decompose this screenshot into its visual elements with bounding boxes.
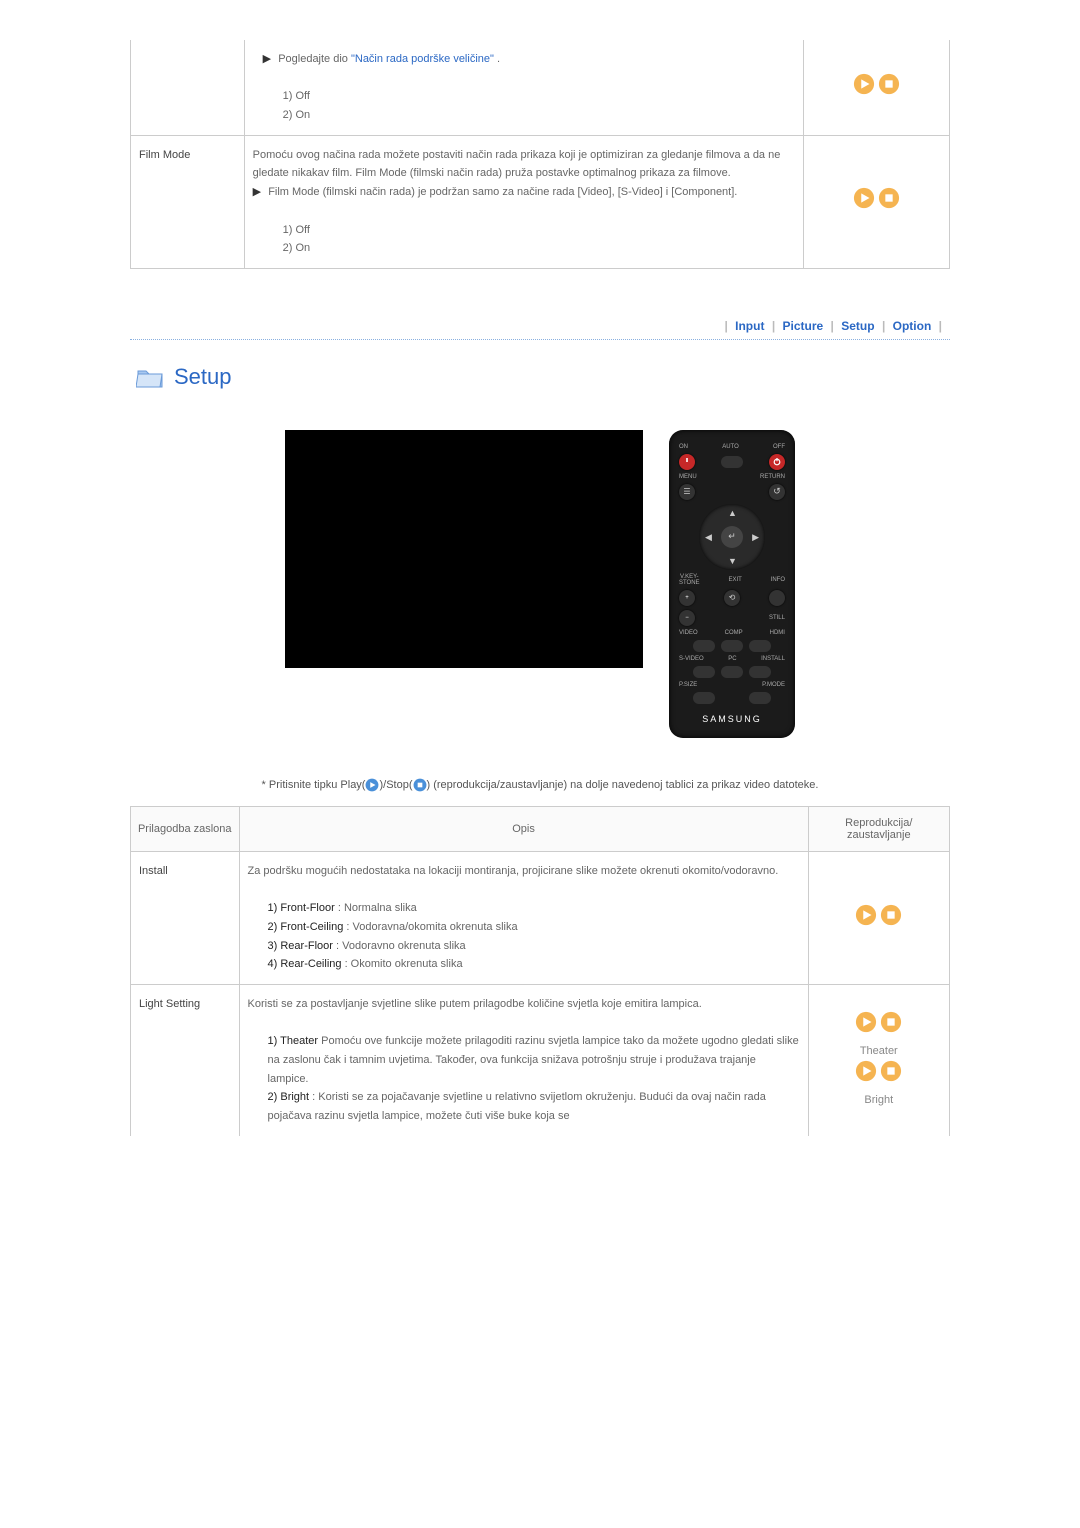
remote-control: ONAUTOOFF MENURETURN ☰ ↺ ▲ ▼ ◀ ▶ ↵ V xyxy=(669,430,795,738)
play-icon[interactable] xyxy=(853,73,875,95)
play-stop-controls-bright[interactable] xyxy=(855,1060,902,1082)
size-option-on: 2) On xyxy=(253,106,796,125)
remote-brand: SAMSUNG xyxy=(677,714,787,724)
stop-icon[interactable] xyxy=(878,73,900,95)
nav-option[interactable]: Option xyxy=(893,319,932,333)
col-header-desc: Opis xyxy=(239,806,808,851)
theater-label: Theater xyxy=(817,1042,941,1061)
pc-button[interactable] xyxy=(721,666,743,678)
power-off-button[interactable] xyxy=(769,454,785,470)
stop-icon xyxy=(413,778,427,792)
install-label: Install xyxy=(131,851,240,984)
play-stop-controls[interactable] xyxy=(855,904,902,926)
film-mode-label: Film Mode xyxy=(131,135,245,268)
stop-icon[interactable] xyxy=(880,1011,902,1033)
bright-label: Bright xyxy=(817,1091,941,1110)
keystone-minus-button[interactable]: − xyxy=(679,610,695,626)
menu-button[interactable]: ☰ xyxy=(679,484,695,500)
play-icon[interactable] xyxy=(853,187,875,209)
picture-settings-table: ▶ Pogledajte dio "Način rada podrške vel… xyxy=(130,40,950,269)
keystone-plus-button[interactable]: + xyxy=(679,590,695,606)
size-option-off: 1) Off xyxy=(253,87,796,106)
video-button[interactable] xyxy=(693,640,715,652)
preview-screen xyxy=(285,430,643,668)
nav-setup[interactable]: Setup xyxy=(841,319,874,333)
dpad[interactable]: ▲ ▼ ◀ ▶ ↵ xyxy=(699,504,765,570)
nav-input[interactable]: Input xyxy=(735,319,764,333)
play-icon[interactable] xyxy=(855,1060,877,1082)
size-mode-link[interactable]: "Način rada podrške veličine" xyxy=(351,53,494,65)
stop-icon[interactable] xyxy=(878,187,900,209)
comp-button[interactable] xyxy=(721,640,743,652)
size-mode-suffix: . xyxy=(497,53,500,65)
setup-heading: Setup xyxy=(174,364,232,390)
stop-icon[interactable] xyxy=(880,1060,902,1082)
play-icon[interactable] xyxy=(855,904,877,926)
dpad-up-icon[interactable]: ▲ xyxy=(728,508,737,518)
film-option-on: 2) On xyxy=(253,239,796,258)
film-mode-desc2: Film Mode (filmski način rada) je podrža… xyxy=(268,186,737,198)
setup-folder-icon xyxy=(136,365,164,389)
auto-button[interactable] xyxy=(721,456,743,468)
col-header-adjust: Prilagodba zaslona xyxy=(131,806,240,851)
size-mode-prefix: Pogledajte dio xyxy=(278,53,351,65)
exit-button[interactable]: ⟲ xyxy=(724,590,740,606)
play-icon[interactable] xyxy=(855,1011,877,1033)
return-button[interactable]: ↺ xyxy=(769,484,785,500)
col-header-play: Reprodukcija/ zaustavljanje xyxy=(808,806,949,851)
svideo-button[interactable] xyxy=(693,666,715,678)
play-stop-controls[interactable] xyxy=(853,73,900,95)
play-icon xyxy=(365,778,379,792)
dpad-down-icon[interactable]: ▼ xyxy=(728,556,737,566)
light-setting-label: Light Setting xyxy=(131,985,240,1136)
play-stop-controls[interactable] xyxy=(853,187,900,209)
section-nav: | Input | Picture | Setup | Option | xyxy=(130,309,950,339)
arrow-bullet-icon: ▶ xyxy=(263,53,271,65)
film-mode-desc1: Pomoću ovog načina rada možete postaviti… xyxy=(253,149,781,180)
dpad-left-icon[interactable]: ◀ xyxy=(705,532,712,543)
install-desc: Za podršku mogućih nedostataka na lokaci… xyxy=(248,865,779,877)
hdmi-button[interactable] xyxy=(749,640,771,652)
psize-button[interactable] xyxy=(693,692,715,704)
power-on-button[interactable] xyxy=(679,454,695,470)
instruction-text: * Pritisnite tipku Play()/Stop() (reprod… xyxy=(130,778,950,792)
light-setting-desc: Koristi se za postavljanje svjetline sli… xyxy=(248,998,702,1010)
dpad-right-icon[interactable]: ▶ xyxy=(752,532,759,543)
dpad-ok-button[interactable]: ↵ xyxy=(721,526,743,548)
info-button[interactable] xyxy=(769,590,785,606)
arrow-bullet-icon: ▶ xyxy=(253,186,261,198)
play-stop-controls-theater[interactable] xyxy=(855,1011,902,1033)
stop-icon[interactable] xyxy=(880,904,902,926)
nav-picture[interactable]: Picture xyxy=(783,319,824,333)
divider xyxy=(130,339,950,340)
install-button[interactable] xyxy=(749,666,771,678)
film-option-off: 1) Off xyxy=(253,221,796,240)
setup-settings-table: Prilagodba zaslona Opis Reprodukcija/ za… xyxy=(130,806,950,1136)
pmode-button[interactable] xyxy=(749,692,771,704)
